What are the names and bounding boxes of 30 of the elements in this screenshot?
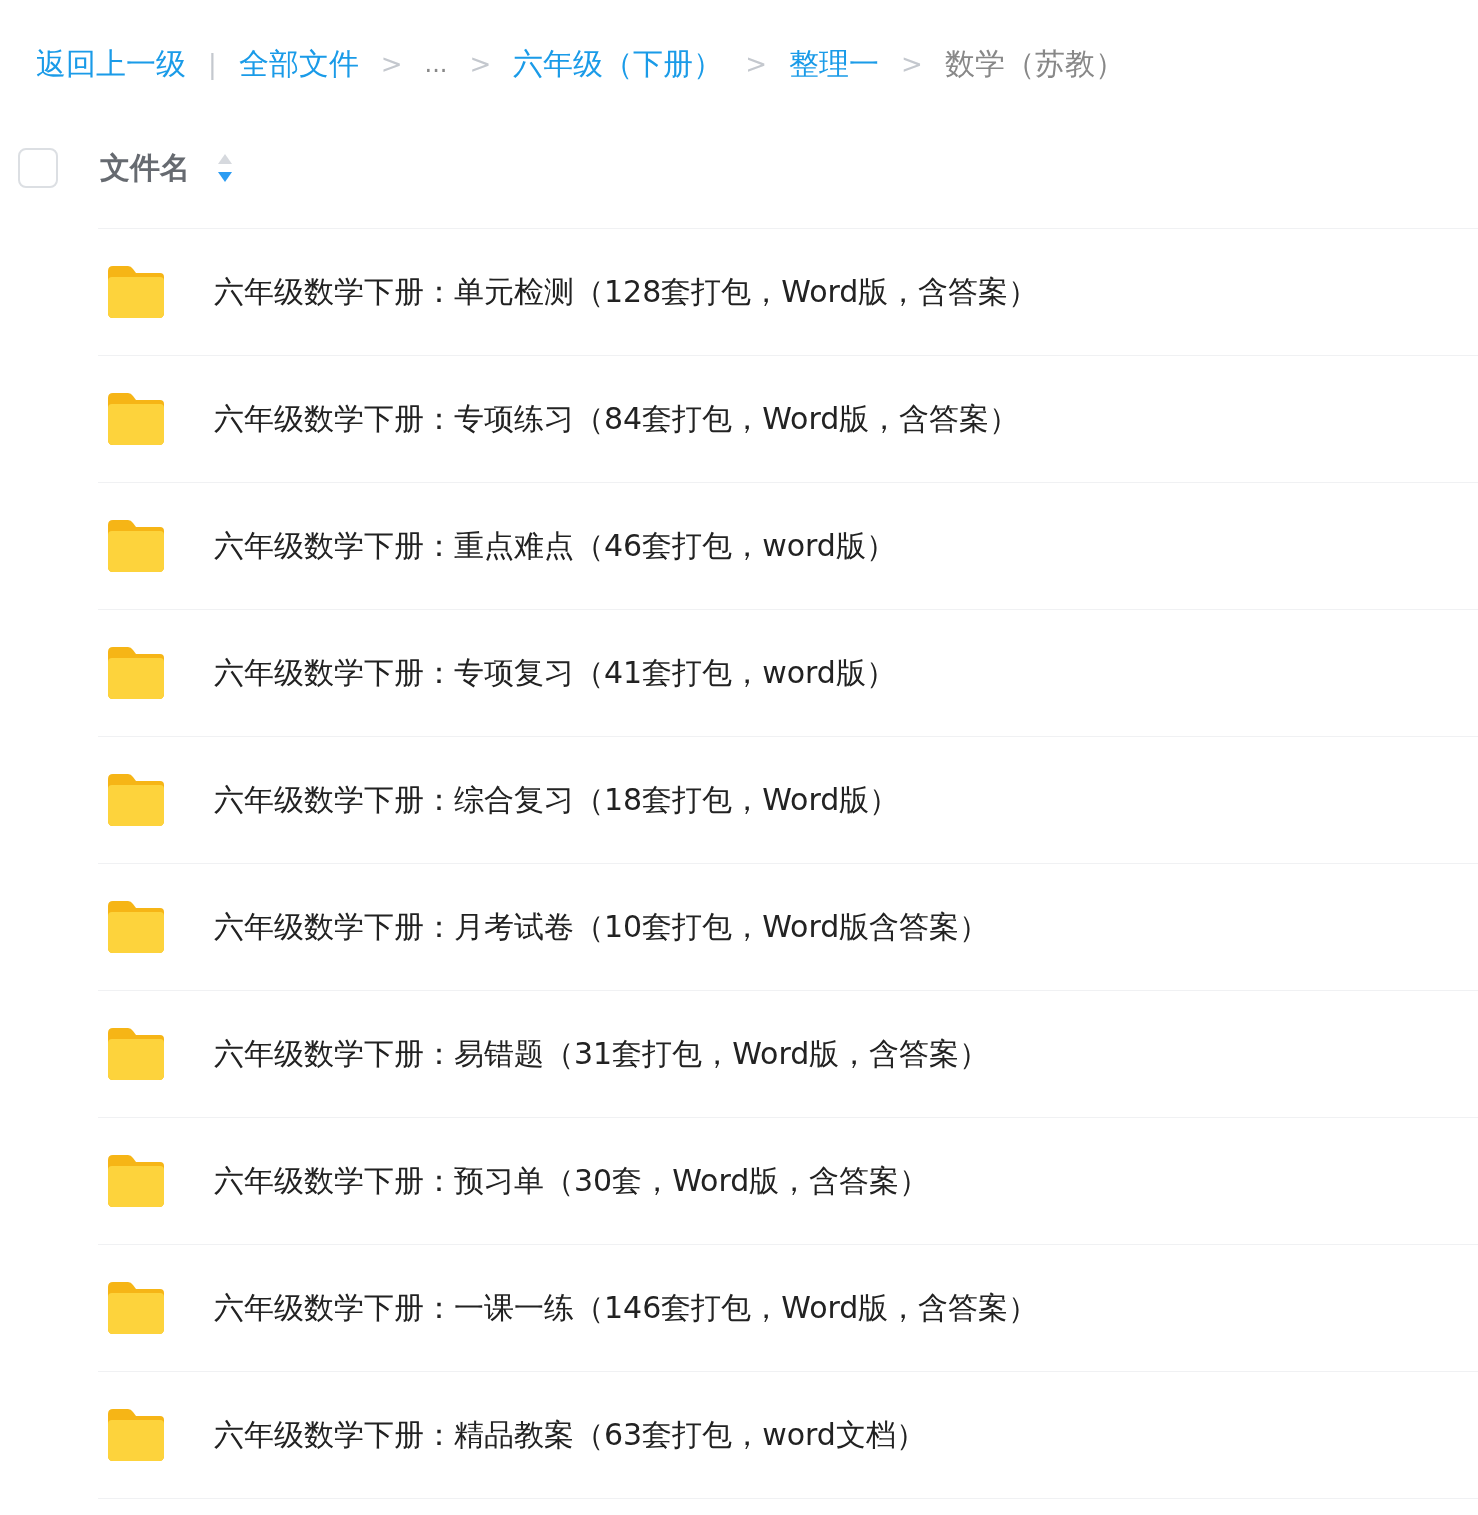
breadcrumb-separator: > bbox=[901, 49, 923, 79]
breadcrumb-current: 数学（苏教） bbox=[944, 44, 1125, 83]
file-name[interactable]: 六年级数学下册：一课一练（146套打包，Word版，含答案） bbox=[214, 1287, 1039, 1329]
file-name[interactable]: 六年级数学下册：综合复习（18套打包，Word版） bbox=[214, 779, 900, 821]
file-name[interactable]: 六年级数学下册：专项练习（84套打包，Word版，含答案） bbox=[214, 398, 1020, 440]
folder-icon bbox=[106, 1154, 166, 1208]
folder-icon bbox=[106, 519, 166, 573]
breadcrumb-separator: > bbox=[745, 49, 768, 79]
file-name[interactable]: 六年级数学下册：单元检测（128套打包，Word版，含答案） bbox=[214, 271, 1039, 313]
file-name[interactable]: 六年级数学下册：专项复习（41套打包，word版） bbox=[214, 652, 896, 694]
folder-icon bbox=[106, 392, 166, 446]
breadcrumb-divider: | bbox=[208, 49, 217, 79]
folder-icon bbox=[106, 1281, 166, 1335]
select-all-checkbox[interactable] bbox=[18, 148, 58, 188]
folder-icon bbox=[106, 900, 166, 954]
file-name[interactable]: 六年级数学下册：易错题（31套打包，Word版，含答案） bbox=[214, 1033, 990, 1075]
file-name[interactable]: 六年级数学下册：重点难点（46套打包，word版） bbox=[214, 525, 896, 567]
sort-icon[interactable] bbox=[216, 153, 234, 183]
column-header[interactable]: 文件名 bbox=[100, 147, 190, 189]
file-name[interactable]: 六年级数学下册：精品教案（63套打包，word文档） bbox=[214, 1414, 926, 1456]
folder-icon bbox=[106, 773, 166, 827]
folder-icon bbox=[106, 265, 166, 319]
folder-icon bbox=[106, 1408, 166, 1462]
folder-icon bbox=[106, 646, 166, 700]
breadcrumb-ellipsis[interactable]: ... bbox=[424, 50, 448, 78]
breadcrumb-separator: > bbox=[469, 49, 492, 79]
folder-icon bbox=[106, 1027, 166, 1081]
file-name[interactable]: 六年级数学下册：预习单（30套，Word版，含答案） bbox=[214, 1160, 930, 1202]
file-name[interactable]: 六年级数学下册：月考试卷（10套打包，Word版含答案） bbox=[214, 906, 990, 948]
breadcrumb-separator: > bbox=[380, 49, 403, 79]
